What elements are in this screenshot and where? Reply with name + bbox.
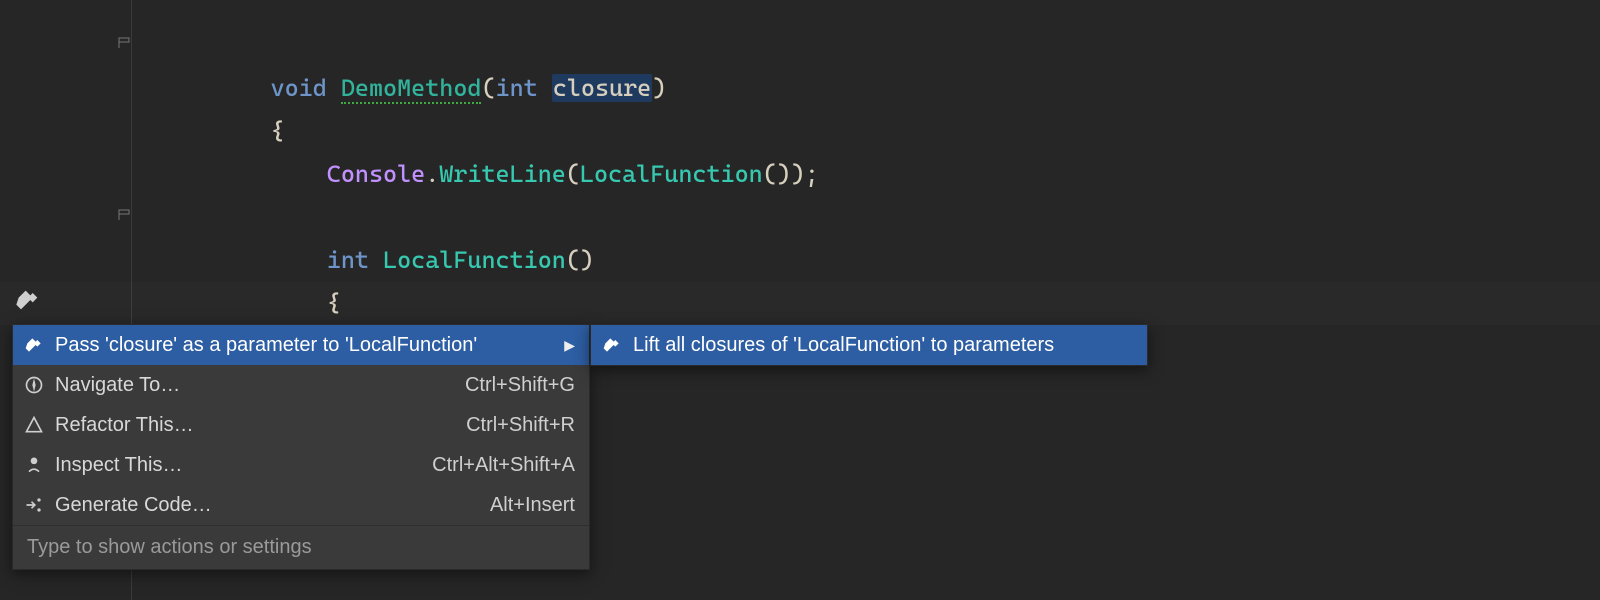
fold-toggle-icon[interactable] bbox=[118, 208, 130, 220]
menu-item-label: Pass 'closure' as a parameter to 'LocalF… bbox=[55, 334, 540, 357]
menu-item-shortcut: Alt+Insert bbox=[490, 494, 575, 517]
menu-item-navigate-to[interactable]: Navigate To… Ctrl+Shift+G bbox=[13, 365, 589, 405]
pencil-triangle-icon bbox=[23, 414, 45, 436]
menu-item-label: Generate Code… bbox=[55, 494, 440, 517]
menu-item-label: Refactor This… bbox=[55, 414, 416, 437]
code-line[interactable]: { bbox=[158, 67, 285, 110]
submenu-item-lift-closures[interactable]: Lift all closures of 'LocalFunction' to … bbox=[591, 325, 1147, 365]
hammer-icon bbox=[23, 334, 45, 356]
menu-item-inspect-this[interactable]: Inspect This… Ctrl+Alt+Shift+A bbox=[13, 445, 589, 485]
code-line[interactable]: Console.WriteLine(LocalFunction()); bbox=[158, 110, 819, 153]
menu-item-generate-code[interactable]: Generate Code… Alt+Insert bbox=[13, 485, 589, 525]
submenu-arrow-icon: ▶ bbox=[564, 337, 575, 354]
menu-search-placeholder: Type to show actions or settings bbox=[27, 536, 312, 559]
generate-icon bbox=[23, 494, 45, 516]
code-editor[interactable]: void DemoMethod(int closure) { Console.W… bbox=[0, 0, 1600, 600]
quick-actions-menu: Pass 'closure' as a parameter to 'LocalF… bbox=[12, 324, 590, 570]
quick-actions-submenu: Lift all closures of 'LocalFunction' to … bbox=[590, 324, 1148, 366]
code-line[interactable]: { bbox=[158, 239, 341, 282]
menu-item-shortcut: Ctrl+Shift+G bbox=[465, 374, 575, 397]
menu-item-label: Navigate To… bbox=[55, 374, 415, 397]
code-line[interactable]: return closure; bbox=[158, 282, 596, 325]
menu-search-input[interactable]: Type to show actions or settings bbox=[13, 525, 589, 569]
menu-item-label: Inspect This… bbox=[55, 454, 382, 477]
code-line[interactable]: void DemoMethod(int closure) bbox=[158, 24, 666, 67]
inspector-icon bbox=[23, 454, 45, 476]
hammer-icon bbox=[601, 334, 623, 356]
parameter-closure[interactable]: closure bbox=[552, 74, 652, 102]
menu-item-shortcut: Ctrl+Shift+R bbox=[466, 414, 575, 437]
method-name[interactable]: DemoMethod bbox=[341, 74, 482, 104]
menu-item-label: Lift all closures of 'LocalFunction' to … bbox=[633, 334, 1133, 357]
menu-item-pass-closure[interactable]: Pass 'closure' as a parameter to 'LocalF… bbox=[13, 325, 589, 365]
compass-icon bbox=[23, 374, 45, 396]
fold-toggle-icon[interactable] bbox=[118, 36, 130, 48]
menu-item-refactor-this[interactable]: Refactor This… Ctrl+Shift+R bbox=[13, 405, 589, 445]
menu-item-shortcut: Ctrl+Alt+Shift+A bbox=[432, 454, 575, 477]
code-line[interactable]: int LocalFunction() bbox=[158, 196, 594, 239]
